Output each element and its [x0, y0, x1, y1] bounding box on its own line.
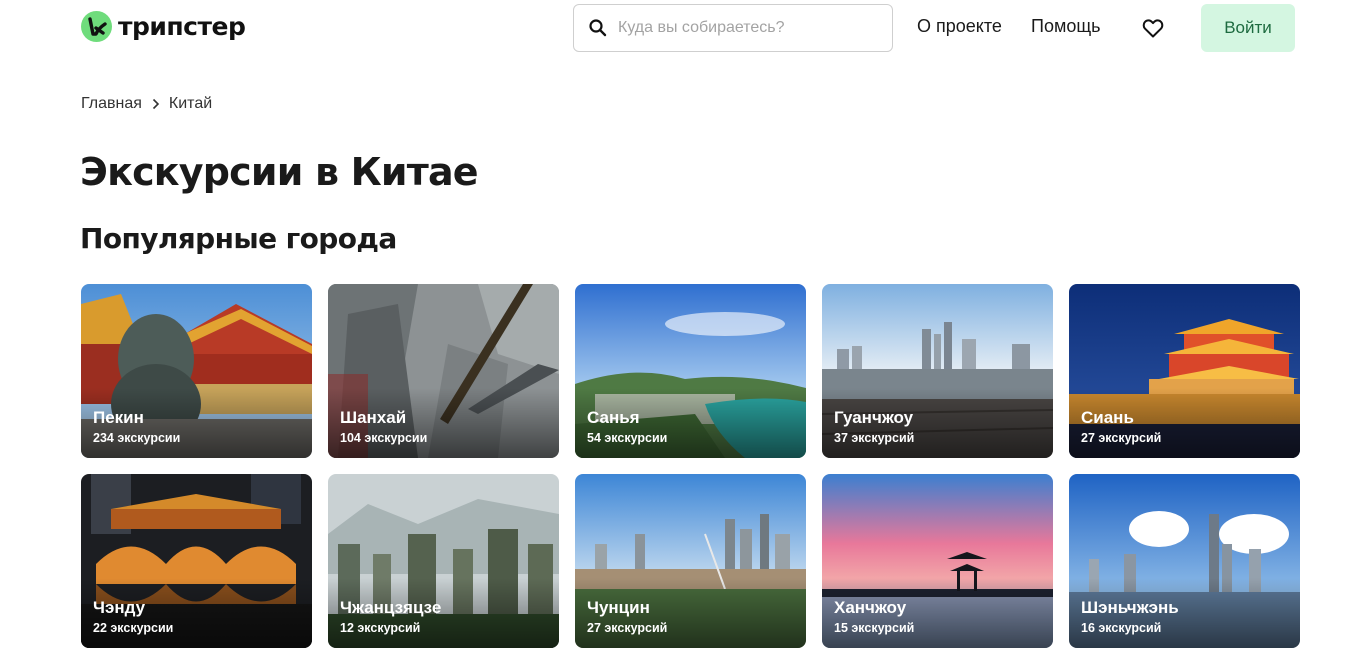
city-card-sanya[interactable]: Санья 54 экскурсии [575, 284, 806, 458]
city-tour-count: 16 экскурсий [1081, 621, 1162, 635]
logo-icon [81, 11, 112, 42]
breadcrumb-current: Китай [168, 95, 213, 112]
city-card-chengdu[interactable]: Чэнду 22 экскурсии [81, 474, 312, 648]
popular-cities-grid: Пекин 234 экскурсии Шанхай 104 экскурсии [81, 284, 1300, 648]
city-card-guangzhou[interactable]: Гуанчжоу 37 экскурсий [822, 284, 1053, 458]
page-title: Экскурсии в Китае [80, 150, 479, 194]
breadcrumb: Главная Китай [81, 95, 212, 113]
city-card-zhangjiajie[interactable]: Чжанцзяцзе 12 экскурсий [328, 474, 559, 648]
city-card-shanghai[interactable]: Шанхай 104 экскурсии [328, 284, 559, 458]
city-tour-count: 12 экскурсий [340, 621, 421, 635]
city-tour-count: 27 экскурсий [1081, 431, 1162, 445]
section-title: Популярные города [80, 222, 397, 255]
city-tour-count: 104 экскурсии [340, 431, 428, 445]
city-name: Чжанцзяцзе [340, 598, 442, 617]
logo-link[interactable]: трипстер [81, 11, 246, 42]
chevron-right-icon [152, 98, 160, 110]
city-tour-count: 54 экскурсии [587, 431, 668, 445]
city-card-shenzhen[interactable]: Шэньчжэнь 16 экскурсий [1069, 474, 1300, 648]
city-name: Шэньчжэнь [1081, 598, 1179, 617]
breadcrumb-home-link[interactable]: Главная [81, 95, 142, 113]
city-name: Санья [587, 408, 640, 427]
city-card-chongqing[interactable]: Чунцин 27 экскурсий [575, 474, 806, 648]
city-name: Чэнду [93, 598, 146, 617]
city-tour-count: 22 экскурсии [93, 621, 174, 635]
nav-about-link[interactable]: О проекте [917, 16, 1002, 37]
city-name: Пекин [93, 408, 144, 427]
city-name: Ханчжоу [834, 598, 907, 617]
heart-icon[interactable] [1141, 16, 1165, 40]
city-tour-count: 15 экскурсий [834, 621, 915, 635]
city-card-beijing[interactable]: Пекин 234 экскурсии [81, 284, 312, 458]
city-tour-count: 27 экскурсий [587, 621, 668, 635]
search-icon [589, 19, 607, 37]
city-card-hangzhou[interactable]: Ханчжоу 15 экскурсий [822, 474, 1053, 648]
logo-text: трипстер [118, 12, 246, 41]
city-card-xian[interactable]: Сиань 27 экскурсий [1069, 284, 1300, 458]
search-box[interactable] [573, 4, 893, 52]
city-tour-count: 37 экскурсий [834, 431, 915, 445]
city-tour-count: 234 экскурсии [93, 431, 181, 445]
top-header: трипстер О проекте Помощь Войти [0, 0, 1370, 56]
city-name: Гуанчжоу [834, 408, 914, 427]
login-button[interactable]: Войти [1201, 4, 1295, 52]
city-name: Шанхай [340, 408, 407, 427]
nav-help-link[interactable]: Помощь [1031, 16, 1101, 37]
search-input[interactable] [618, 19, 868, 37]
city-name: Сиань [1081, 408, 1134, 427]
city-name: Чунцин [587, 598, 650, 617]
